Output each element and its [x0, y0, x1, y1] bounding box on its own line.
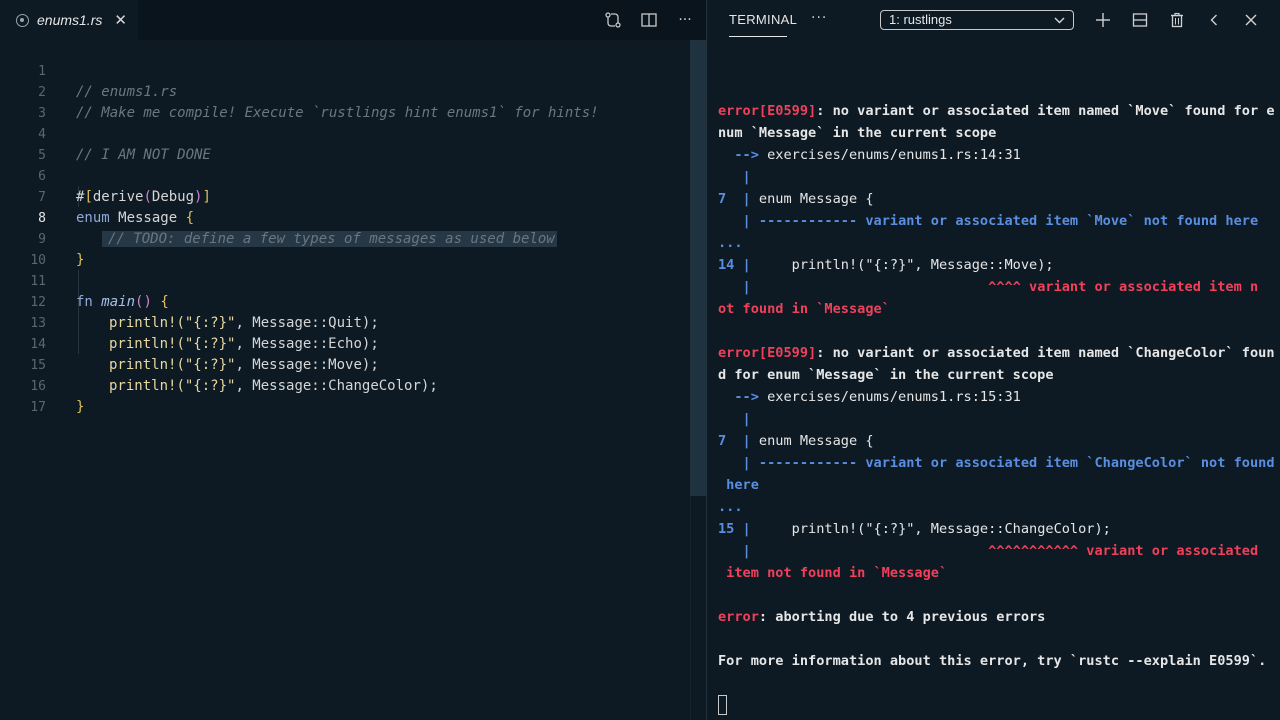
code-line: 17 [0, 376, 690, 415]
code-line: 2 // Make me compile! Execute `rustlings… [0, 61, 690, 121]
terminal-line: error: aborting due to 4 previous errors [718, 609, 1046, 625]
terminal-line: here [718, 477, 759, 493]
terminal-line: --> exercises/enums/enums1.rs:14:31 [718, 147, 1021, 163]
terminal-line: ... [718, 235, 743, 251]
editor-tab-bar: enums1.rs ✕ ··· [0, 0, 706, 40]
code-line: 11 fn main() { [0, 250, 690, 310]
terminal-output[interactable]: error[E0599]: no variant or associated i… [718, 100, 1275, 716]
terminal-prompt[interactable] [718, 694, 1268, 716]
terminal-line: ... [718, 499, 743, 515]
code-area[interactable]: 1 // enums1.rs 2 // Make me compile! Exe… [0, 40, 690, 720]
terminal-line: | ------------ variant or associated ite… [718, 455, 1275, 471]
tab-title: enums1.rs [37, 12, 103, 28]
terminal-line: ot found in `Message` [718, 301, 890, 317]
terminal-line: 7 | enum Message { [718, 191, 874, 207]
terminal-line: 14 | println!("{:?}", Message::Move); [718, 257, 1054, 273]
code-line: 12 println!("{:?}", Message::Quit); [0, 271, 690, 331]
split-terminal-icon[interactable] [1131, 11, 1149, 29]
terminal-select[interactable]: 1: rustlings [880, 10, 1074, 30]
tab-terminal[interactable]: TERMINAL [729, 0, 797, 40]
code-line: 4 // I AM NOT DONE [0, 103, 690, 163]
terminal-line: | ^^^^^^^^^^^ variant or associated [718, 543, 1259, 559]
terminal-pane: TERMINAL ··· 1: rustlings error[E0599]: … [707, 0, 1280, 720]
line-number: 17 [30, 400, 46, 415]
terminal-line: item not found in `Message` [718, 565, 948, 581]
terminal-line: 7 | enum Message { [718, 433, 874, 449]
terminal-line: | ^^^^ variant or associated item n [718, 279, 1259, 295]
chevron-left-icon[interactable] [1205, 11, 1223, 29]
code-line: 10 [0, 229, 690, 268]
terminal-line: error[E0599]: no variant or associated i… [718, 345, 1275, 361]
editor-scrollbar-thumb[interactable] [690, 40, 706, 496]
split-editor-icon[interactable] [640, 11, 658, 29]
terminal-line: error[E0599]: no variant or associated i… [718, 103, 1275, 119]
editor-actions: ··· [604, 0, 694, 40]
chevron-down-icon [1054, 11, 1065, 35]
code-line: 9 } [0, 208, 690, 268]
code-line: 14 println!("{:?}", Message::Move); [0, 313, 690, 373]
terminal-select-value: 1: rustlings [889, 12, 952, 27]
editor-tab-enums1[interactable]: enums1.rs ✕ [0, 0, 138, 40]
terminal-line: | ------------ variant or associated ite… [718, 213, 1259, 229]
terminal-line: | [718, 411, 751, 427]
close-icon[interactable]: ✕ [114, 11, 127, 29]
code-line: 15 println!("{:?}", Message::ChangeColor… [0, 334, 690, 394]
code-text: } [76, 399, 85, 415]
close-icon[interactable] [1242, 11, 1260, 29]
code-line: 3 [0, 82, 690, 121]
active-tab-underline [729, 36, 787, 37]
more-icon[interactable]: ··· [676, 11, 694, 29]
terminal-actions [1094, 0, 1260, 40]
terminal-cursor [718, 695, 727, 715]
code-line-active: 8 // TODO: define a few types of message… [0, 187, 690, 247]
terminal-line: For more information about this error, t… [718, 653, 1267, 669]
terminal-line: | [718, 169, 751, 185]
terminal-header: TERMINAL ··· 1: rustlings [707, 0, 1280, 40]
code-line: 6 #[derive(Debug)] [0, 145, 690, 205]
code-line: 16 } [0, 355, 690, 415]
terminal-line: 15 | println!("{:?}", Message::ChangeCol… [718, 521, 1111, 537]
code-line: 13 println!("{:?}", Message::Echo); [0, 292, 690, 352]
code-line: 5 [0, 124, 690, 163]
editor-pane: enums1.rs ✕ ··· 1 // enums1.rs 2 // Make… [0, 0, 706, 720]
code-line: 7 enum Message { [0, 166, 690, 226]
new-terminal-icon[interactable] [1094, 11, 1112, 29]
terminal-line: d for enum `Message` in the current scop… [718, 367, 1054, 383]
terminal-line: --> exercises/enums/enums1.rs:15:31 [718, 389, 1021, 405]
trash-icon[interactable] [1168, 11, 1186, 29]
rust-file-icon [16, 13, 29, 27]
code-line: 1 // enums1.rs [0, 40, 690, 100]
more-icon[interactable]: ··· [811, 10, 827, 26]
terminal-line: num `Message` in the current scope [718, 125, 997, 141]
source-control-icon[interactable] [604, 11, 622, 29]
